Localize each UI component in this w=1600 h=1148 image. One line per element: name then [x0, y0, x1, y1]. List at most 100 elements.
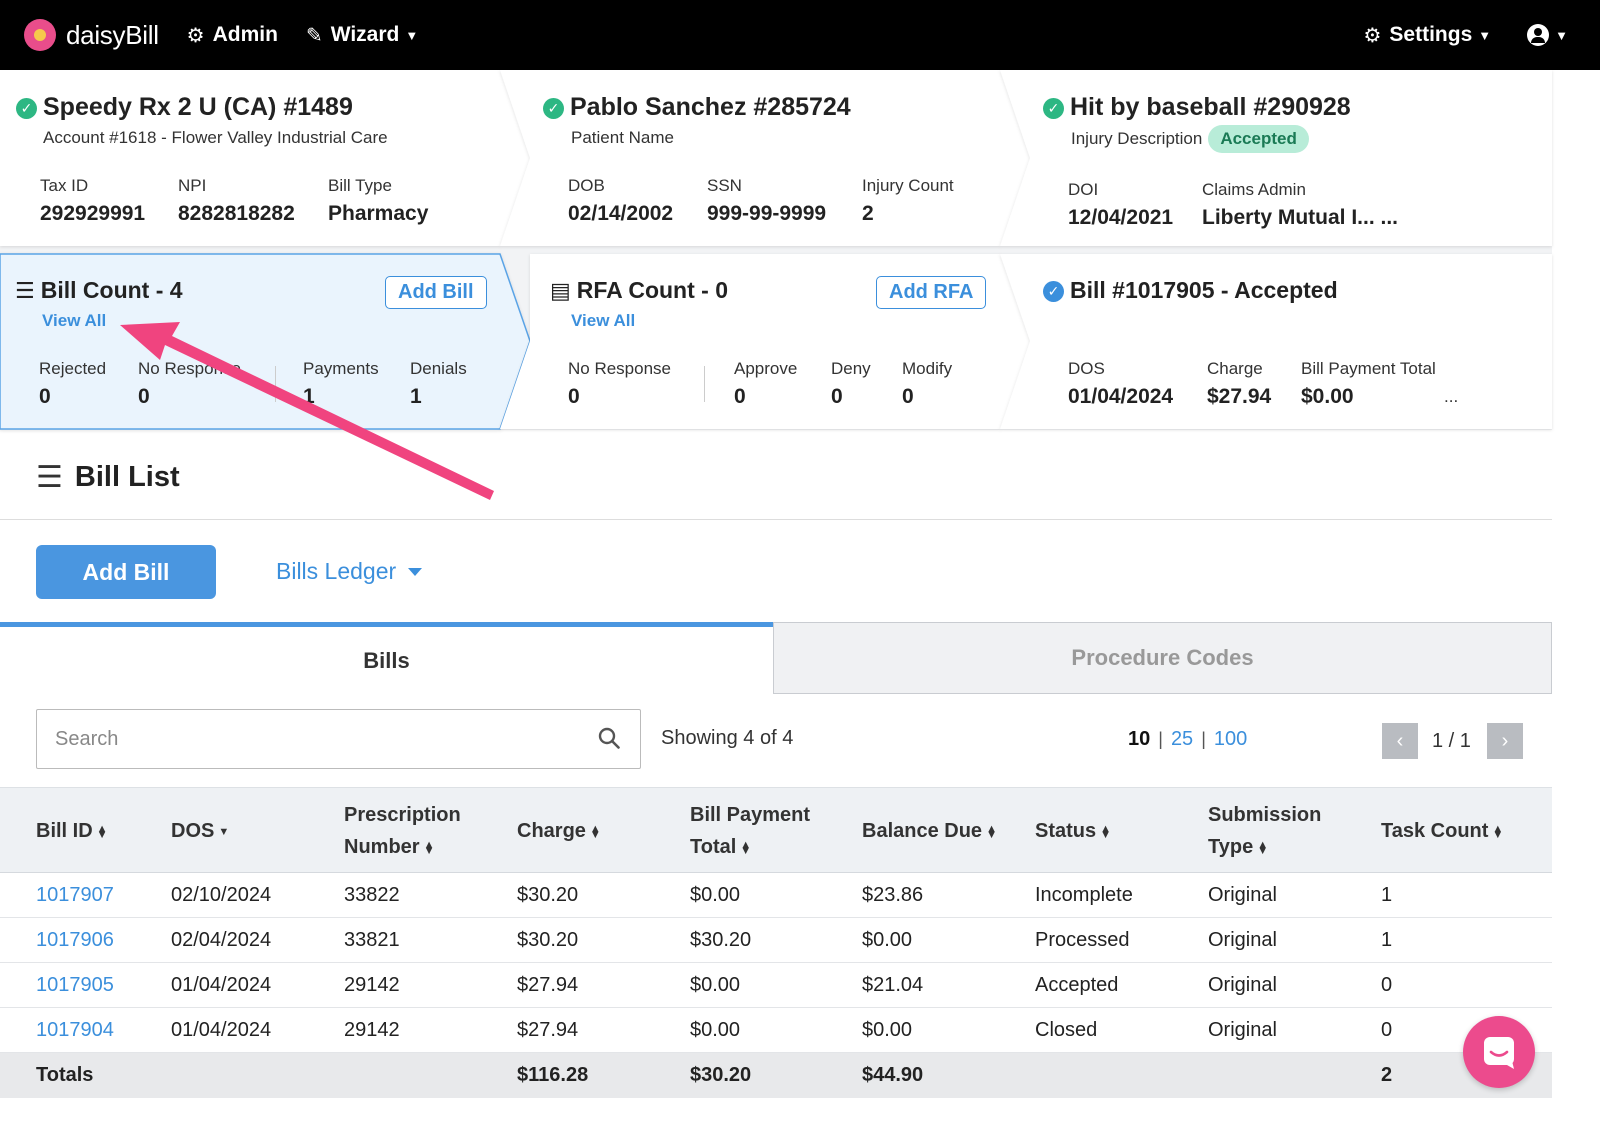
bill-id-link[interactable]: 1017906	[36, 929, 114, 952]
cell-dos: 02/10/2024	[171, 884, 272, 906]
npi-label: NPI	[178, 176, 207, 195]
user-menu[interactable]: ▼	[1491, 24, 1568, 46]
next-page-button[interactable]: ›	[1486, 723, 1523, 759]
cell-payment: $0.00	[690, 1019, 741, 1041]
table-row: 1017907 02/10/2024 33822 $30.20 $0.00 $2…	[0, 873, 1552, 918]
add-rfa-button[interactable]: Add RFA	[876, 276, 987, 309]
cell-charge: $27.94	[517, 1019, 579, 1041]
cell-rx: 29142	[344, 974, 400, 996]
modify-label: Modify	[902, 359, 953, 378]
status-badge: Accepted	[1208, 125, 1309, 153]
nav-wizard[interactable]: ✎ Wizard ▼	[306, 23, 418, 48]
cell-type: Original	[1208, 884, 1277, 906]
sort-icon: ▲ ▼	[1100, 822, 1112, 841]
divider	[0, 519, 1552, 520]
page-size-10[interactable]: 10	[1128, 728, 1150, 751]
injury-title-text: Hit by baseball #290928	[1070, 93, 1351, 121]
cell-payment: $0.00	[690, 884, 741, 906]
check-circle-icon: ✓	[1043, 98, 1064, 119]
col-label: Prescription	[344, 804, 461, 826]
list-icon: ☰	[15, 278, 35, 303]
ssn-label: SSN	[707, 176, 742, 195]
cell-payment: $0.00	[690, 974, 741, 996]
sort-icon: ▲ ▼	[589, 822, 601, 841]
gear-icon: ⚙	[186, 24, 205, 47]
col-balance-due[interactable]: Balance Due ▲ ▼	[862, 815, 997, 847]
tab-bills[interactable]: Bills	[0, 622, 773, 694]
cell-rx: 29142	[344, 1019, 400, 1041]
bill-type-value: Pharmacy	[328, 202, 429, 225]
col-charge[interactable]: Charge ▲ ▼	[517, 815, 601, 847]
nav-settings[interactable]: ⚙ Settings ▼	[1363, 23, 1491, 48]
list-icon: ☰	[36, 461, 63, 494]
more-ellipsis[interactable]: ...	[1444, 387, 1458, 407]
magic-wand-icon: ✎	[305, 24, 323, 47]
doi-label: DOI	[1068, 180, 1099, 199]
bill-id-link[interactable]: 1017904	[36, 1019, 114, 1042]
col-dos[interactable]: DOS ▼	[171, 815, 229, 847]
col-label: Balance Due	[862, 820, 983, 842]
col-prescription-number[interactable]: Prescription Number ▲ ▼	[344, 799, 461, 863]
nav-settings-label: Settings	[1389, 23, 1473, 46]
col-label: Bill ID	[36, 820, 93, 842]
bill-id-link[interactable]: 1017905	[36, 974, 114, 997]
patient-subtitle: Patient Name	[571, 128, 674, 147]
separator: |	[1158, 729, 1163, 749]
claims-admin-label: Claims Admin	[1202, 180, 1306, 199]
injury-title[interactable]: ✓ Hit by baseball #290928	[1043, 93, 1351, 122]
showing-count: Showing 4 of 4	[661, 727, 794, 749]
col-label: Total	[690, 836, 737, 858]
cell-charge: $30.20	[517, 929, 579, 951]
chat-launcher-button[interactable]	[1463, 1016, 1535, 1088]
nav-admin[interactable]: ⚙ Admin	[187, 23, 278, 48]
page-size-25[interactable]: 25	[1171, 728, 1193, 751]
cell-balance: $0.00	[862, 929, 913, 951]
top-navbar: daisyBill ⚙ Admin ✎ Wizard ▼ ⚙ Settings …	[0, 0, 1600, 70]
provider-title-text: Speedy Rx 2 U (CA) #1489	[43, 93, 353, 121]
divider	[275, 366, 276, 402]
rfa-view-all-link[interactable]: View All	[571, 311, 635, 331]
col-task-count[interactable]: Task Count ▲ ▼	[1381, 815, 1503, 847]
add-bill-outline-button[interactable]: Add Bill	[385, 276, 487, 309]
bill-id-link[interactable]: 1017907	[36, 884, 114, 907]
page-size-100[interactable]: 100	[1214, 728, 1247, 751]
dob-label: DOB	[568, 176, 605, 195]
provider-account: Account #1618 - Flower Valley Industrial…	[43, 128, 388, 147]
col-label: Type	[1208, 836, 1254, 858]
search-icon[interactable]	[598, 727, 620, 749]
provider-title[interactable]: ✓ Speedy Rx 2 U (CA) #1489	[16, 93, 353, 122]
col-bill-id[interactable]: Bill ID ▲ ▼	[36, 815, 108, 847]
cell-charge: $30.20	[517, 884, 579, 906]
page-size-selector: 10 | 25 | 100	[1128, 728, 1247, 751]
cell-balance: $23.86	[862, 884, 924, 906]
totals-balance: $44.90	[862, 1064, 924, 1086]
col-submission-type[interactable]: Submission Type ▲ ▼	[1208, 799, 1321, 863]
chevron-right-icon: ›	[1501, 729, 1509, 752]
tab-procedure-codes[interactable]: Procedure Codes	[773, 622, 1552, 694]
cell-tasks: 1	[1381, 884, 1393, 906]
chevron-left-icon: ‹	[1396, 729, 1404, 752]
add-bill-button[interactable]: Add Bill	[36, 545, 216, 599]
col-bill-payment-total[interactable]: Bill Payment Total ▲ ▼	[690, 799, 810, 863]
bill-no-response-label: No Response	[138, 359, 242, 378]
claims-admin-value: Liberty Mutual I... ...	[1202, 206, 1399, 229]
bill-type-label: Bill Type	[328, 176, 392, 195]
bill-detail-title[interactable]: ✓ Bill #1017905 - Accepted	[1043, 277, 1338, 304]
chat-icon	[1484, 1037, 1514, 1069]
patient-title[interactable]: ✓ Pablo Sanchez #285724	[543, 93, 851, 122]
bill-tabs: Bills Procedure Codes	[0, 622, 1552, 694]
chevron-down-icon: ▼	[405, 27, 419, 43]
cell-dos: 01/04/2024	[171, 974, 272, 996]
bills-ledger-dropdown[interactable]: Bills Ledger	[276, 558, 423, 585]
bill-view-all-link[interactable]: View All	[42, 311, 106, 331]
prev-page-button[interactable]: ‹	[1382, 723, 1418, 759]
col-status[interactable]: Status ▲ ▼	[1035, 815, 1111, 847]
brand-logo[interactable]: daisyBill	[24, 19, 159, 51]
bill-list-heading: ☰ Bill List	[36, 460, 180, 495]
bill-count-title-text: Bill Count - 4	[40, 277, 183, 303]
payment-total-label: Bill Payment Total	[1301, 359, 1436, 378]
search-input[interactable]	[37, 711, 577, 767]
cell-status: Incomplete	[1035, 884, 1133, 906]
brand-name: daisyBill	[66, 19, 159, 50]
daisy-logo-icon	[24, 19, 56, 51]
